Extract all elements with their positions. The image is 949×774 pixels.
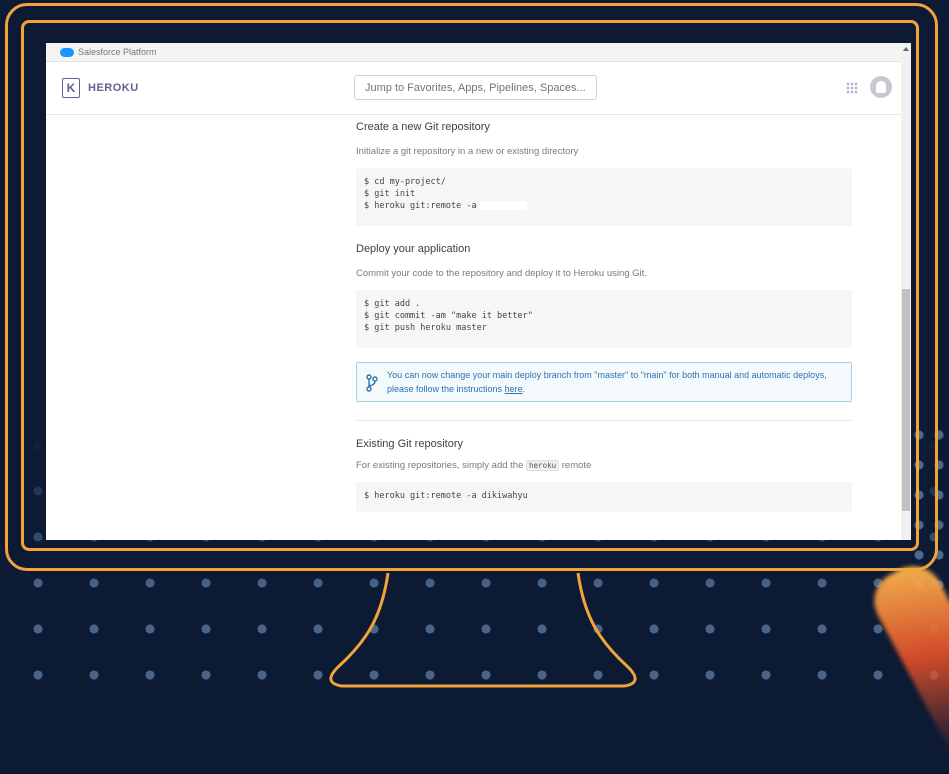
section-desc-existing: For existing repositories, simply add th…	[356, 460, 591, 471]
heroku-inline-code: heroku	[526, 460, 560, 471]
apps-grid-icon[interactable]	[846, 82, 858, 94]
scrollbar[interactable]	[901, 43, 911, 540]
section-desc-new-repo: Initialize a git repository in a new or …	[356, 146, 579, 157]
section-title-existing: Existing Git repository	[356, 438, 463, 450]
heroku-logo-icon[interactable]: K	[62, 78, 80, 98]
code-block-existing[interactable]: $ heroku git:remote -a dikiwahyu	[356, 482, 852, 512]
section-title-new-repo: Create a new Git repository	[356, 121, 490, 133]
code-line: $ heroku git:remote -a dikiwahyu	[364, 491, 528, 501]
code-line: $ cd my-project/	[364, 177, 446, 187]
heroku-logo-glyph: K	[66, 81, 76, 95]
section-title-deploy: Deploy your application	[356, 243, 471, 255]
code-line: $ git add .	[364, 299, 421, 309]
instructions-link[interactable]: here	[505, 384, 523, 394]
search-input[interactable]	[354, 75, 597, 100]
code-line: $ git push heroku master	[364, 323, 487, 333]
salesforce-platform-bar: Salesforce Platform	[46, 43, 911, 62]
platform-label: Salesforce Platform	[78, 47, 157, 57]
redacted-app-name	[478, 201, 527, 210]
code-line-remote: $ heroku git:remote -a	[364, 200, 844, 212]
code-line: $ git init	[364, 189, 416, 199]
scroll-up-icon[interactable]	[903, 47, 909, 51]
heroku-header: K HEROKU	[46, 62, 911, 115]
code-line: $ heroku git:remote -a	[364, 201, 477, 211]
section-desc-deploy: Commit your code to the repository and d…	[356, 268, 647, 279]
notice-text: You can now change your main deploy bran…	[387, 370, 827, 394]
code-block-deploy[interactable]: $ git add . $ git commit -am "make it be…	[356, 290, 852, 348]
user-avatar-icon	[876, 81, 886, 93]
desc-prefix: For existing repositories, simply add th…	[356, 460, 524, 471]
heroku-brand[interactable]: HEROKU	[88, 82, 139, 94]
branch-notice: You can now change your main deploy bran…	[356, 362, 852, 402]
salesforce-cloud-icon	[60, 47, 74, 57]
git-branch-icon	[366, 374, 378, 392]
section-divider	[356, 420, 852, 421]
scrollbar-thumb[interactable]	[902, 289, 910, 511]
browser-screen: Salesforce Platform K HEROKU Create a ne…	[46, 43, 911, 540]
code-block-new-repo[interactable]: $ cd my-project/ $ git init $ heroku git…	[356, 168, 852, 226]
code-line: $ git commit -am "make it better"	[364, 311, 533, 321]
avatar[interactable]	[870, 76, 892, 98]
notice-end: .	[522, 384, 526, 394]
desc-suffix: remote	[561, 460, 592, 471]
